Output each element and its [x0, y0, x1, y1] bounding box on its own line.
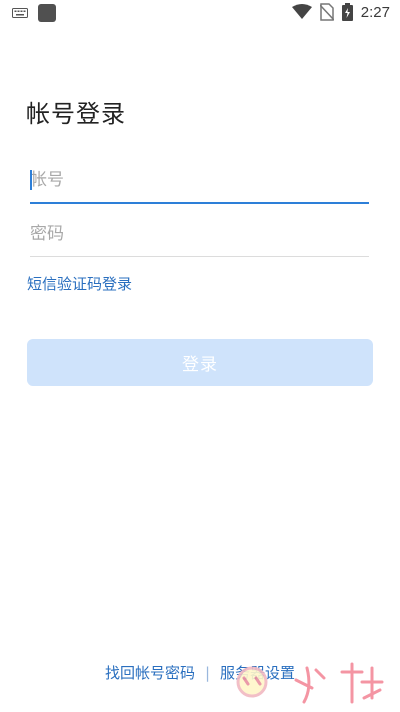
- sms-login-link[interactable]: 短信验证码登录: [27, 273, 132, 294]
- footer-separator: |: [204, 663, 211, 682]
- password-field-wrapper: [30, 220, 369, 257]
- password-input[interactable]: [30, 220, 369, 248]
- page-title: 帐号登录: [26, 100, 126, 128]
- no-sim-icon: [319, 3, 334, 21]
- battery-charging-icon: [341, 3, 353, 21]
- status-bar: 2:27: [0, 0, 400, 28]
- text-caret: [30, 170, 32, 190]
- watermark-logo: [212, 658, 392, 708]
- account-input[interactable]: [30, 166, 369, 194]
- password-underline: [30, 256, 369, 257]
- recover-account-link[interactable]: 找回帐号密码: [105, 662, 195, 683]
- login-button[interactable]: 登录: [27, 339, 373, 386]
- account-field-wrapper: [30, 166, 369, 204]
- status-time: 2:27: [360, 3, 390, 21]
- app-icon: [38, 4, 56, 22]
- wifi-icon: [291, 4, 312, 20]
- keyboard-icon: [12, 7, 28, 19]
- account-underline: [30, 202, 369, 204]
